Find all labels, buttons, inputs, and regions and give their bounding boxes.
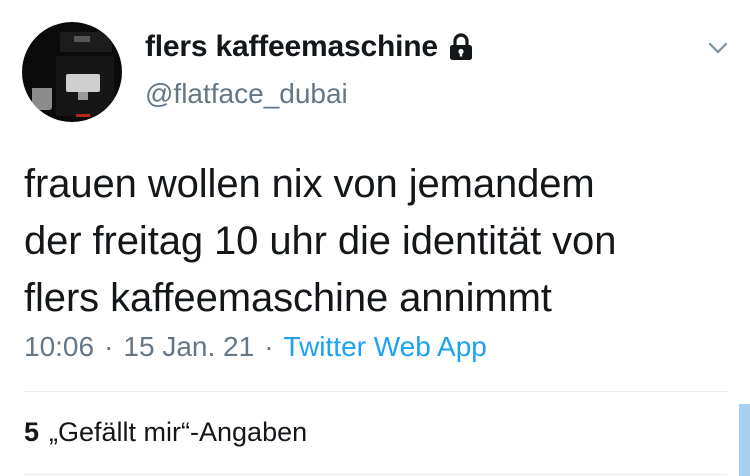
likes-count: 5 — [24, 417, 40, 447]
divider — [24, 391, 727, 392]
coffee-machine-nozzle — [78, 92, 88, 100]
display-name[interactable]: flers kaffeemaschine — [145, 30, 438, 64]
tweet-text: frauen wollen nix von jemandem der freit… — [24, 162, 617, 320]
tweet-time[interactable]: 10:06 — [24, 331, 94, 363]
likes-stat[interactable]: 5 „Gefällt mir“-Angaben — [24, 417, 307, 448]
tweet-meta: 10:06 · 15 Jan. 21 · Twitter Web App — [24, 331, 487, 363]
tweet-source-link[interactable]: Twitter Web App — [284, 331, 487, 363]
tweet-card: flers kaffeemaschine @flatface_dubai fra… — [0, 0, 750, 476]
lock-icon — [448, 33, 474, 61]
coffee-machine-panel — [60, 32, 112, 52]
chevron-down-icon[interactable] — [706, 38, 730, 58]
coffee-machine-display — [74, 36, 90, 42]
likes-label: „Gefällt mir“-Angaben — [49, 417, 308, 447]
user-handle[interactable]: @flatface_dubai — [145, 78, 348, 110]
meta-separator: · — [104, 331, 114, 362]
meta-separator: · — [264, 331, 274, 362]
coffee-cup — [32, 88, 52, 110]
scrollbar[interactable] — [739, 404, 750, 476]
coffee-machine-spout — [66, 74, 100, 92]
divider — [24, 474, 727, 475]
user-name-row: flers kaffeemaschine — [145, 30, 474, 64]
brand-logo — [76, 114, 90, 117]
tweet-date[interactable]: 15 Jan. 21 — [123, 331, 254, 363]
avatar[interactable] — [22, 22, 122, 122]
